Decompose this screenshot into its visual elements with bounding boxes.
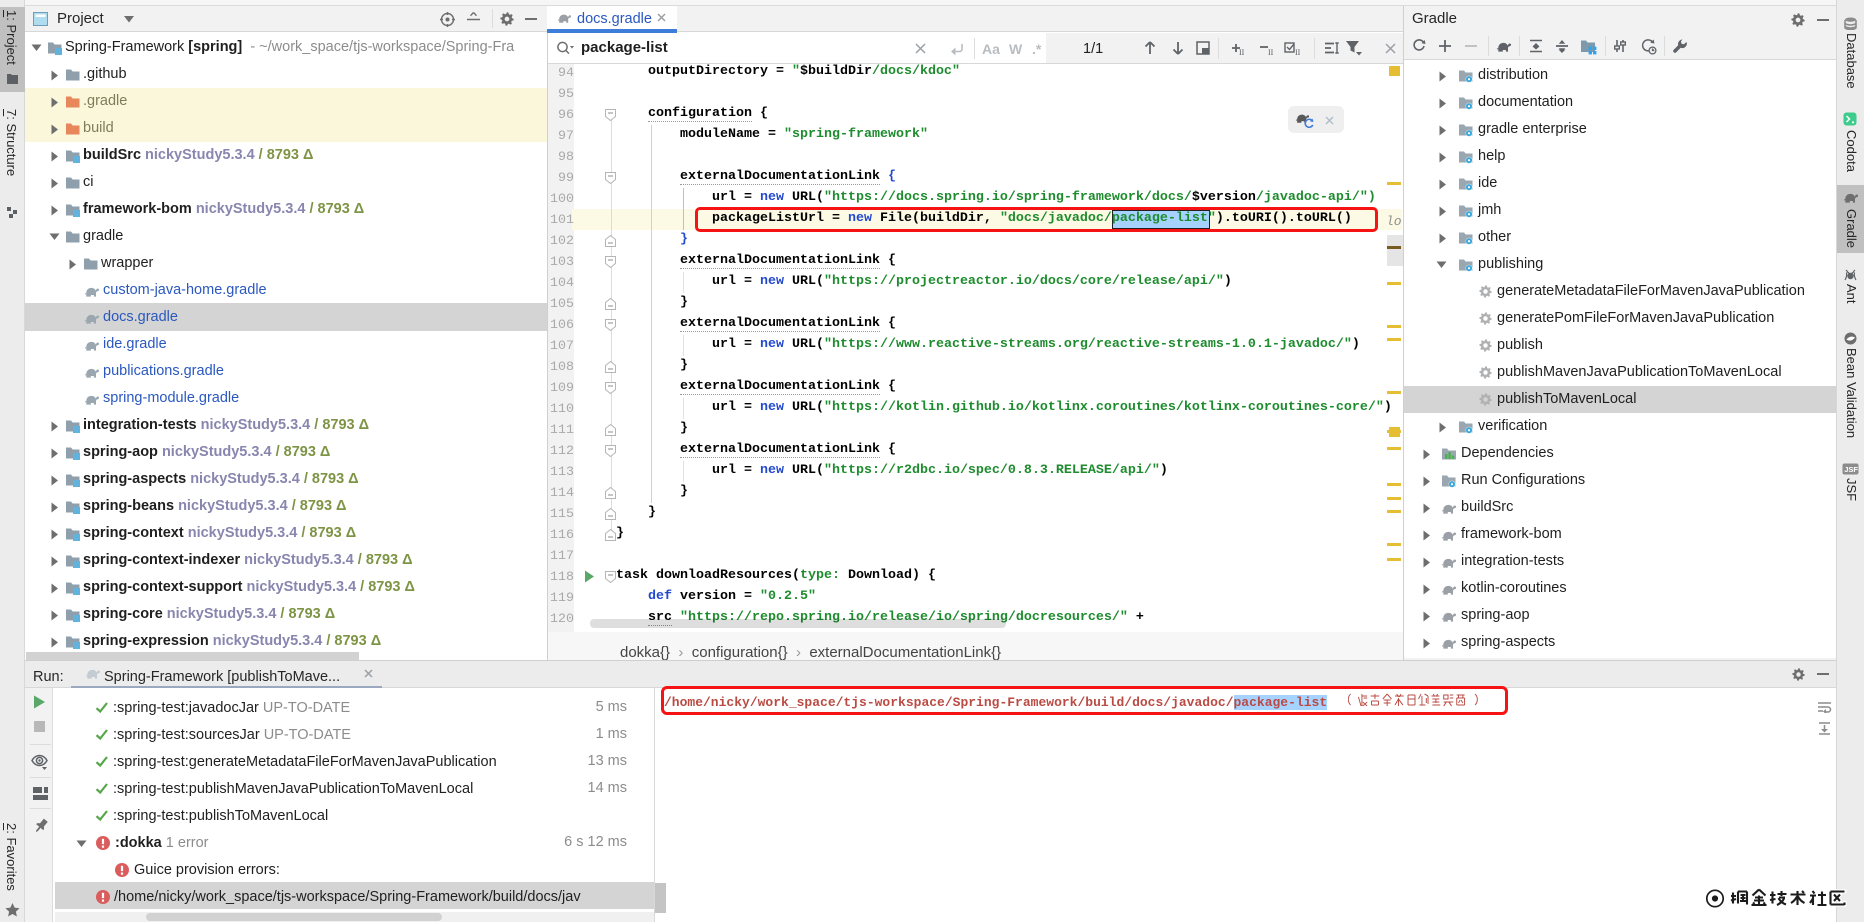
svg-text:II: II [1295, 48, 1301, 56]
svg-text:II: II [1268, 48, 1274, 56]
svg-text:JSF: JSF [1844, 465, 1858, 474]
svg-text:II: II [1239, 48, 1245, 56]
